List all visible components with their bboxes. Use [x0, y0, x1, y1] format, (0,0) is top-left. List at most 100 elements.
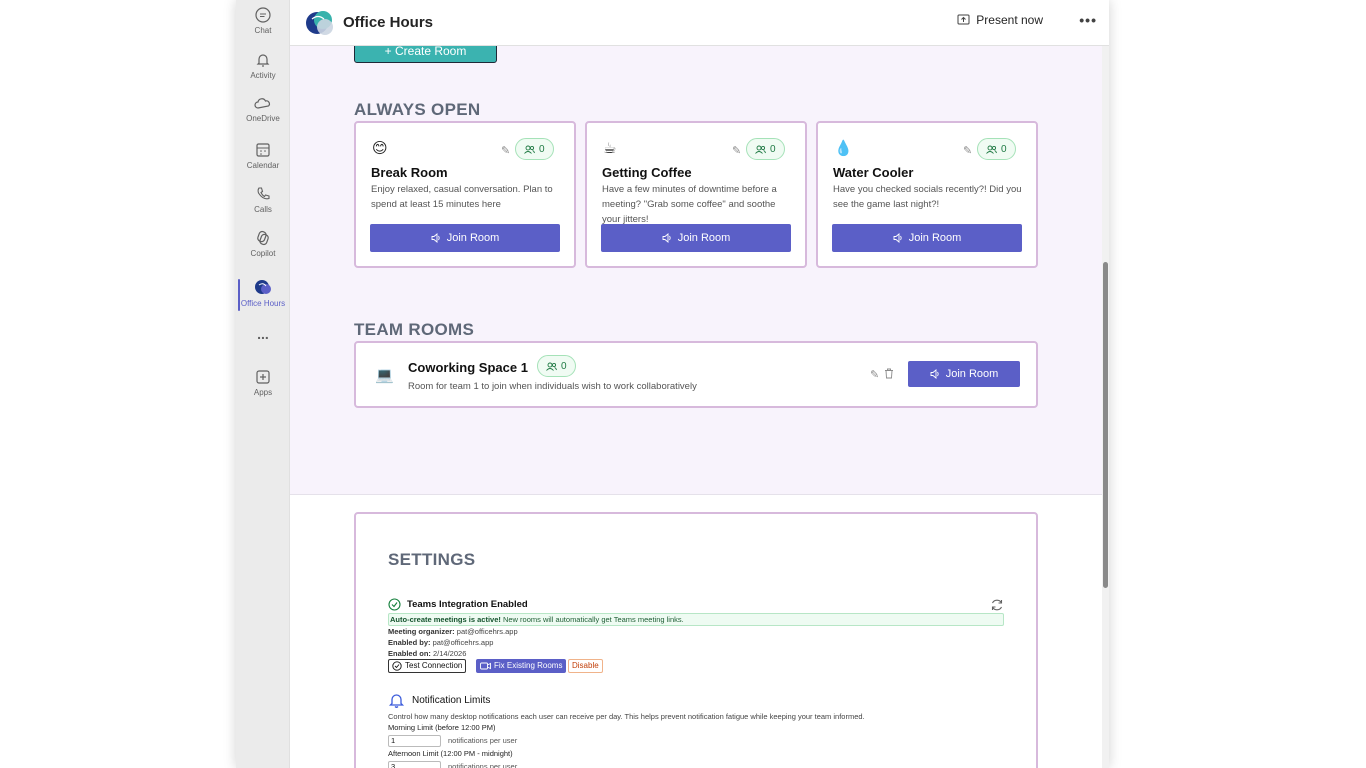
refresh-icon[interactable] [990, 598, 1004, 612]
participant-count-badge: 0 [746, 138, 785, 160]
kv-label: Enabled on: [388, 649, 431, 658]
auto-create-text: New rooms will automatically get Teams m… [500, 615, 684, 624]
room-emoji: 💻 [375, 367, 394, 384]
scrollbar-thumb[interactable] [1103, 262, 1108, 588]
main-content: + Create Room ALWAYS OPEN 😊 ✎ 0 Break Ro… [290, 46, 1102, 768]
room-emoji: 💧 [834, 140, 853, 157]
rail-item-onedrive[interactable]: OneDrive [236, 96, 290, 123]
team-rooms-title: TEAM ROOMS [354, 320, 475, 339]
present-now-label: Present now [976, 13, 1043, 27]
present-now-button[interactable]: Present now [957, 13, 1043, 27]
calendar-icon [256, 143, 270, 157]
create-room-button[interactable]: + Create Room [354, 46, 497, 63]
cloud-icon [254, 98, 270, 109]
rail-item-chat[interactable]: Chat [236, 6, 290, 35]
enabled-on: Enabled on: 2/14/2026 [388, 649, 466, 658]
kv-label: Meeting organizer: [388, 627, 455, 636]
room-tools: ✎ [870, 368, 894, 381]
join-room-label: Join Room [908, 232, 962, 244]
rail-item-calendar[interactable]: Calendar [236, 141, 290, 170]
room-description: Enjoy relaxed, casual conversation. Plan… [371, 184, 553, 210]
rail-item-calls[interactable]: Calls [236, 185, 290, 214]
settings-panel: SETTINGS Teams Integration Enabled Auto-… [354, 512, 1038, 768]
speaker-icon [431, 233, 440, 243]
team-room-card-coworking: 💻 Coworking Space 1 0 Room for team 1 to… [354, 341, 1038, 408]
notification-limits-description: Control how many desktop notifications e… [388, 712, 865, 721]
join-room-button[interactable]: Join Room [601, 224, 791, 252]
video-icon [480, 662, 491, 670]
rail-label: Apps [253, 388, 273, 397]
room-name: Coworking Space 1 [408, 360, 528, 375]
afternoon-limit-input[interactable]: 3 [388, 761, 441, 768]
rail-item-office-hours[interactable]: Office Hours [236, 277, 290, 311]
notification-limits-title: Notification Limits [412, 695, 491, 706]
check-circle-icon [392, 661, 402, 671]
rooms-panel: + Create Room ALWAYS OPEN 😊 ✎ 0 Break Ro… [290, 46, 1102, 495]
rail-item-copilot[interactable]: Copilot [236, 229, 290, 258]
people-icon [986, 145, 997, 154]
participant-count: 0 [561, 360, 567, 372]
pencil-icon[interactable]: ✎ [501, 144, 510, 157]
auto-create-bold: Auto-create meetings is active! [390, 615, 501, 624]
disable-integration-button[interactable]: Disable [568, 659, 603, 673]
rail-label: Chat [254, 26, 272, 35]
room-name: Break Room [371, 165, 448, 180]
fix-existing-rooms-label: Fix Existing Rooms [494, 661, 563, 670]
test-connection-label: Test Connection [405, 661, 463, 670]
morning-limit-unit: notifications per user [448, 736, 518, 745]
app-title: Office Hours [343, 14, 434, 31]
test-connection-button[interactable]: Test Connection [388, 659, 467, 673]
notification-limits-header: Notification Limits [388, 692, 490, 709]
join-room-label: Join Room [446, 232, 500, 244]
kv-value: 2/14/2026 [430, 649, 467, 658]
rail-more-button[interactable]: ... [236, 326, 290, 342]
more-apps-icon: ... [257, 326, 269, 342]
join-room-button[interactable]: Join Room [370, 224, 560, 252]
room-description: Room for team 1 to join when individuals… [408, 381, 697, 392]
rail-label: OneDrive [246, 114, 280, 123]
pencil-icon[interactable]: ✎ [963, 144, 972, 157]
vertical-scrollbar[interactable] [1102, 46, 1109, 768]
teams-integration-label: Teams Integration Enabled [407, 599, 528, 610]
pencil-icon[interactable]: ✎ [732, 144, 741, 157]
morning-limit-label: Morning Limit (before 12:00 PM) [388, 723, 496, 732]
rail-label: Calendar [246, 161, 280, 170]
app-rail: Chat Activity OneDrive Calendar Calls Co… [236, 0, 290, 768]
rail-item-apps[interactable]: Apps [236, 368, 290, 397]
join-room-label: Join Room [945, 368, 999, 380]
room-card-getting-coffee: ☕ ✎ 0 Getting Coffee Have a few minutes … [585, 121, 807, 268]
participant-count: 0 [1001, 143, 1007, 155]
always-open-title: ALWAYS OPEN [354, 100, 481, 119]
speaker-icon [930, 369, 939, 379]
room-emoji: 😊 [372, 140, 388, 157]
teams-window: Chat Activity OneDrive Calendar Calls Co… [236, 0, 1109, 768]
more-options-button[interactable]: ••• [1079, 12, 1097, 28]
room-card-break-room: 😊 ✎ 0 Break Room Enjoy relaxed, casual c… [354, 121, 576, 268]
people-icon [755, 145, 766, 154]
rail-item-activity[interactable]: Activity [236, 51, 290, 80]
trash-icon[interactable] [884, 368, 894, 379]
enabled-by: Enabled by: pat@officehrs.app [388, 638, 493, 647]
teams-integration-status: Teams Integration Enabled [388, 598, 528, 611]
office-hours-icon [255, 280, 271, 294]
room-name: Getting Coffee [602, 165, 692, 180]
join-room-button[interactable]: Join Room [908, 361, 1020, 387]
people-icon [524, 145, 535, 154]
people-icon [546, 362, 557, 371]
fix-existing-rooms-button[interactable]: Fix Existing Rooms [476, 659, 567, 673]
participant-count: 0 [539, 143, 545, 155]
kv-value: pat@officehrs.app [454, 627, 518, 636]
afternoon-limit-unit: notifications per user [448, 762, 518, 768]
participant-count-badge: 0 [537, 355, 576, 377]
room-description: Have a few minutes of downtime before a … [602, 184, 777, 225]
speaker-icon [662, 233, 671, 243]
join-room-button[interactable]: Join Room [832, 224, 1022, 252]
participant-count-badge: 0 [977, 138, 1016, 160]
pencil-icon[interactable]: ✎ [870, 368, 879, 381]
morning-limit-input[interactable]: 1 [388, 735, 441, 747]
room-name: Water Cooler [833, 165, 914, 180]
bell-icon [388, 694, 405, 708]
chat-icon [255, 7, 271, 23]
room-description: Have you checked socials recently?! Did … [833, 184, 1022, 210]
app-header: Office Hours Present now ••• [290, 0, 1109, 46]
